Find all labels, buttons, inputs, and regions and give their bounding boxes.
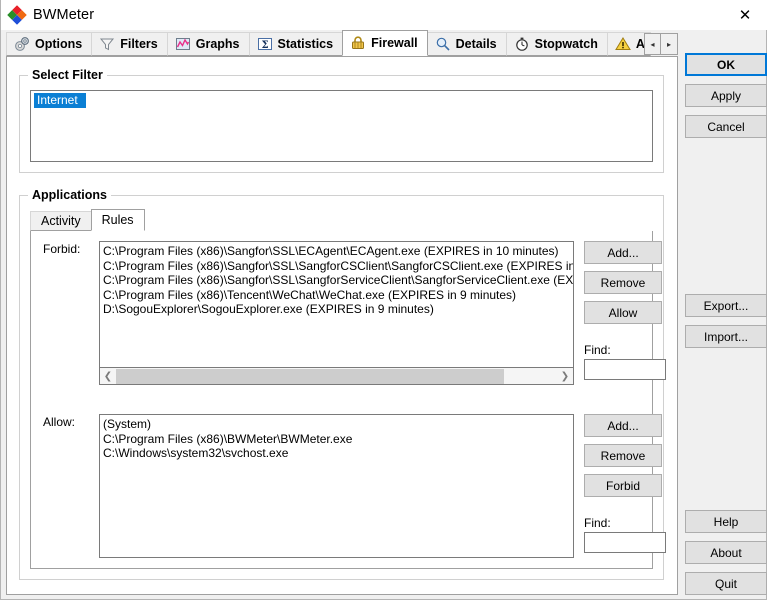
forbid-find-label: Find: xyxy=(584,343,611,357)
tab-label: Graphs xyxy=(195,37,240,51)
allow-listbox[interactable]: (System) C:\Program Files (x86)\BWMeter\… xyxy=(99,414,574,558)
tab-filters[interactable]: Filters xyxy=(91,32,168,56)
list-item[interactable]: Internet xyxy=(34,93,86,108)
forbid-remove-button[interactable]: Remove xyxy=(584,271,662,294)
list-item[interactable]: C:\Program Files (x86)\BWMeter\BWMeter.e… xyxy=(100,432,573,447)
sigma-icon: Σ xyxy=(257,38,272,51)
applications-label: Applications xyxy=(28,188,112,202)
scroll-right-icon[interactable]: ❯ xyxy=(557,369,573,384)
tab-activity[interactable]: Activity xyxy=(30,211,92,231)
allow-add-button[interactable]: Add... xyxy=(584,414,662,437)
svg-text:Σ: Σ xyxy=(261,40,268,51)
import-button[interactable]: Import... xyxy=(685,325,767,348)
lock-icon xyxy=(352,36,365,49)
apply-button[interactable]: Apply xyxy=(685,84,767,107)
tab-scroll-nav: ◂ ▸ xyxy=(644,33,678,55)
tab-scroll-prev-icon[interactable]: ◂ xyxy=(645,34,661,54)
cancel-button[interactable]: Cancel xyxy=(685,115,767,138)
list-item[interactable]: (System) xyxy=(100,417,573,432)
tab-firewall[interactable]: Firewall xyxy=(342,30,428,56)
tab-graphs[interactable]: Graphs xyxy=(166,32,250,56)
tab-label: Options xyxy=(35,37,83,51)
list-item[interactable]: C:\Program Files (x86)\Sangfor\SSL\Sangf… xyxy=(100,259,573,274)
allow-remove-button[interactable]: Remove xyxy=(584,444,662,467)
forbid-horizontal-scrollbar[interactable]: ❮ ❯ xyxy=(99,368,574,385)
tab-rules[interactable]: Rules xyxy=(90,209,145,231)
list-item[interactable]: C:\Windows\system32\svchost.exe xyxy=(100,446,573,461)
bwmeter-window: BWMeter ✕ Options Filters Graphs Σ Stati… xyxy=(0,0,767,600)
allow-label: Allow: xyxy=(43,415,76,429)
filter-listbox[interactable]: Internet xyxy=(30,90,653,162)
scrollbar-thumb[interactable] xyxy=(116,368,505,384)
forbid-find-input[interactable] xyxy=(584,359,666,380)
tab-options[interactable]: Options xyxy=(6,32,93,56)
tab-details[interactable]: Details xyxy=(426,32,507,56)
title-bar: BWMeter ✕ xyxy=(1,0,767,30)
scrollbar-track[interactable] xyxy=(116,368,557,384)
firewall-page: Select Filter Internet Applications Acti… xyxy=(6,57,678,595)
select-filter-group: Select Filter Internet xyxy=(19,68,664,173)
funnel-icon xyxy=(100,38,115,51)
quit-button[interactable]: Quit xyxy=(685,572,767,595)
tab-label: Stopwatch xyxy=(534,37,598,51)
allow-forbid-button[interactable]: Forbid xyxy=(584,474,662,497)
rules-panel: Forbid: C:\Program Files (x86)\Sangfor\S… xyxy=(30,231,666,569)
stopwatch-icon xyxy=(515,37,528,51)
applications-tab-bar: Activity Rules xyxy=(30,209,653,232)
forbid-listbox[interactable]: C:\Program Files (x86)\Sangfor\SSL\ECAge… xyxy=(99,241,574,368)
tab-label: Firewall xyxy=(371,36,418,50)
tab-scroll-next-icon[interactable]: ▸ xyxy=(661,34,677,54)
main-tab-bar: Options Filters Graphs Σ Statistics Fire… xyxy=(6,30,678,57)
gears-icon xyxy=(15,37,29,51)
allow-find-input[interactable] xyxy=(584,532,666,553)
tab-label: Filters xyxy=(120,37,158,51)
bwmeter-diamond-icon xyxy=(7,5,27,25)
about-button[interactable]: About xyxy=(685,541,767,564)
tab-statistics[interactable]: Σ Statistics xyxy=(248,32,344,56)
forbid-add-button[interactable]: Add... xyxy=(584,241,662,264)
select-filter-label: Select Filter xyxy=(28,68,107,82)
tab-label: Statistics xyxy=(277,37,334,51)
chart-icon xyxy=(175,38,190,50)
tab-label: Details xyxy=(455,37,497,51)
magnifier-icon xyxy=(436,37,450,51)
applications-group: Applications Activity Rules Forbid: C:\P… xyxy=(19,188,666,580)
export-button[interactable]: Export... xyxy=(685,294,767,317)
list-item[interactable]: C:\Program Files (x86)\Sangfor\SSL\ECAge… xyxy=(100,244,573,259)
ok-button[interactable]: OK xyxy=(685,53,767,76)
window-title: BWMeter xyxy=(33,7,95,23)
forbid-label: Forbid: xyxy=(43,242,81,256)
help-button[interactable]: Help xyxy=(685,510,767,533)
list-item[interactable]: D:\SogouExplorer\SogouExplorer.exe (EXPI… xyxy=(100,302,573,317)
forbid-allow-button[interactable]: Allow xyxy=(584,301,662,324)
warning-icon xyxy=(614,37,631,50)
tab-stopwatch[interactable]: Stopwatch xyxy=(505,32,608,56)
list-item[interactable]: C:\Program Files (x86)\Tencent\WeChat\We… xyxy=(100,288,573,303)
list-item[interactable]: C:\Program Files (x86)\Sangfor\SSL\Sangf… xyxy=(100,273,573,288)
close-icon[interactable]: ✕ xyxy=(722,0,767,30)
scroll-left-icon[interactable]: ❮ xyxy=(100,369,116,384)
allow-find-label: Find: xyxy=(584,516,611,530)
